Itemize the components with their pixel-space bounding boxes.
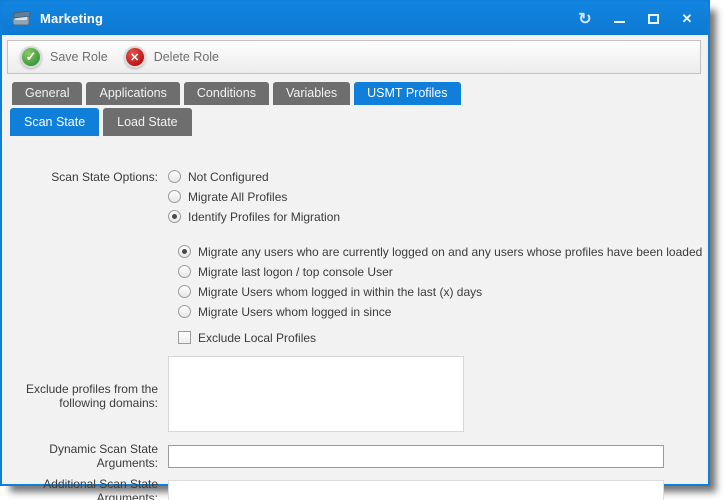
radio-label: Migrate Users whom logged in within the … (198, 285, 482, 299)
exclude-domains-textarea[interactable] (168, 356, 464, 432)
scan-state-options-label: Scan State Options: (2, 170, 168, 184)
window-title: Marketing (40, 11, 103, 26)
dynamic-args-label: Dynamic Scan State Arguments: (2, 442, 168, 470)
tab-variables[interactable]: Variables (273, 82, 350, 105)
app-icon (12, 10, 32, 27)
radio-migrate-logged-on-users[interactable]: Migrate any users who are currently logg… (178, 242, 708, 261)
close-icon[interactable]: ✕ (676, 8, 698, 30)
delete-x-icon: ✕ (124, 46, 146, 68)
radio-icon-selected (168, 210, 181, 223)
exclude-domains-row: Exclude profiles from the following doma… (2, 356, 708, 435)
tab-scan-state[interactable]: Scan State (10, 108, 99, 136)
radio-icon-selected (178, 245, 191, 258)
radio-identify-profiles[interactable]: Identify Profiles for Migration (168, 207, 708, 226)
dynamic-args-input[interactable] (168, 445, 664, 468)
additional-args-row: Additional Scan State Arguments: (2, 477, 708, 500)
dynamic-args-row: Dynamic Scan State Arguments: (2, 442, 708, 470)
migration-options-group: Migrate any users who are currently logg… (178, 242, 708, 321)
radio-not-configured[interactable]: Not Configured (168, 167, 708, 186)
radio-label: Migrate All Profiles (188, 190, 287, 204)
radio-label: Not Configured (188, 170, 269, 184)
tab-load-state[interactable]: Load State (103, 108, 191, 136)
additional-args-input[interactable] (168, 480, 664, 500)
radio-icon (178, 305, 191, 318)
maximize-icon[interactable] (642, 8, 664, 30)
titlebar: Marketing ↻ ✕ (2, 2, 708, 35)
exclude-domains-label: Exclude profiles from the following doma… (2, 382, 168, 410)
radio-label: Migrate last logon / top console User (198, 265, 393, 279)
primary-options-group: Not Configured Migrate All Profiles Iden… (168, 167, 708, 227)
checkbox-label: Exclude Local Profiles (198, 331, 316, 345)
delete-role-button[interactable]: ✕ Delete Role (118, 43, 229, 71)
sub-tab-bar: Scan State Load State (10, 108, 708, 136)
radio-label: Migrate Users whom logged in since (198, 305, 391, 319)
radio-label: Identify Profiles for Migration (188, 210, 340, 224)
save-role-button[interactable]: ✓ Save Role (14, 43, 118, 71)
radio-migrate-last-logon[interactable]: Migrate last logon / top console User (178, 262, 708, 281)
scan-state-form: Scan State Options: Not Configured Migra… (2, 167, 708, 500)
toolbar: ✓ Save Role ✕ Delete Role (7, 40, 701, 74)
tab-conditions[interactable]: Conditions (184, 82, 269, 105)
radio-label: Migrate any users who are currently logg… (198, 245, 702, 259)
tab-general[interactable]: General (12, 82, 82, 105)
tab-applications[interactable]: Applications (86, 82, 179, 105)
checkbox-icon (178, 331, 191, 344)
save-role-label: Save Role (50, 50, 108, 64)
app-window: Marketing ↻ ✕ ✓ Save Role ✕ Delete Role … (0, 0, 710, 486)
additional-args-label: Additional Scan State Arguments: (2, 477, 168, 500)
radio-migrate-all-profiles[interactable]: Migrate All Profiles (168, 187, 708, 206)
main-tab-bar: General Applications Conditions Variable… (12, 82, 708, 105)
radio-icon (168, 170, 181, 183)
radio-icon (178, 285, 191, 298)
save-check-icon: ✓ (20, 46, 42, 68)
window-controls: ↻ ✕ (574, 8, 698, 30)
radio-icon (168, 190, 181, 203)
screen: Marketing ↻ ✕ ✓ Save Role ✕ Delete Role … (0, 0, 724, 500)
radio-migrate-last-x-days[interactable]: Migrate Users whom logged in within the … (178, 282, 708, 301)
radio-icon (178, 265, 191, 278)
radio-migrate-since[interactable]: Migrate Users whom logged in since (178, 302, 708, 321)
scan-state-options-row: Scan State Options: Not Configured Migra… (2, 167, 708, 227)
refresh-icon[interactable]: ↻ (574, 8, 596, 30)
minimize-icon[interactable] (608, 8, 630, 30)
tab-usmt-profiles[interactable]: USMT Profiles (354, 82, 460, 105)
exclude-local-profiles-checkbox[interactable]: Exclude Local Profiles (178, 328, 708, 347)
delete-role-label: Delete Role (154, 50, 219, 64)
